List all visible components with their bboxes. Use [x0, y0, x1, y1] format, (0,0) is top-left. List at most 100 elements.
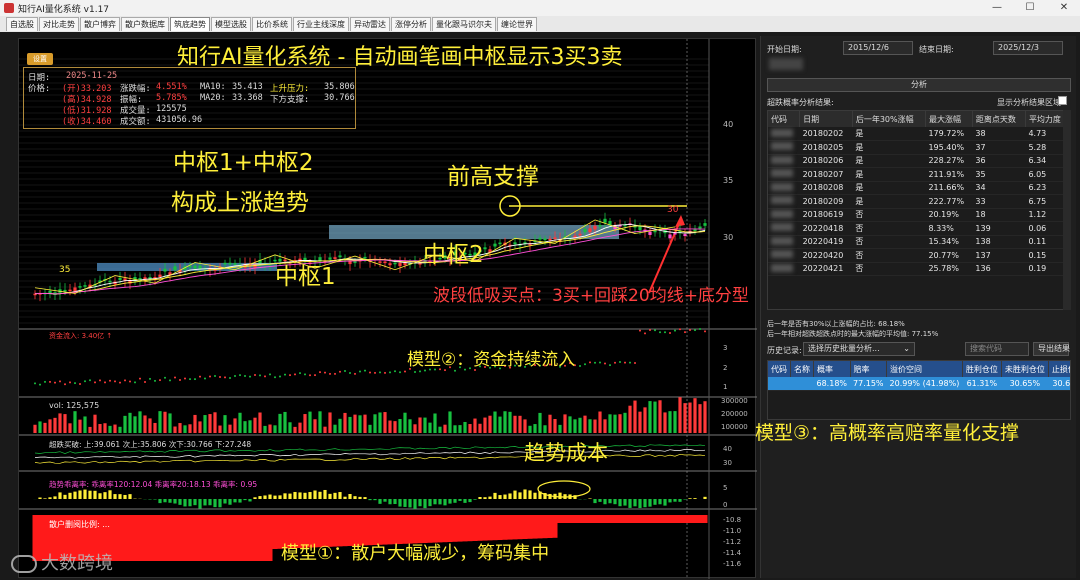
tab-1[interactable]: 对比走势 [39, 17, 79, 31]
tab-11[interactable]: 缠论世界 [497, 17, 537, 31]
hist-col-header[interactable]: 止损位 [1048, 361, 1070, 377]
tab-0[interactable]: 自选股 [6, 17, 38, 31]
ratio-bar [398, 499, 402, 507]
hist-col-header[interactable]: 名称 [790, 361, 814, 377]
retail-bar [582, 515, 588, 523]
tab-6[interactable]: 比价系统 [252, 17, 292, 31]
ratio-bar [293, 491, 297, 499]
table-row[interactable]: 20220421 否 25.78% 136 0.19 [768, 262, 1070, 276]
stock-code-field[interactable] [769, 58, 803, 70]
result-col-header[interactable]: 最大涨幅 [925, 111, 973, 127]
volume-bar [558, 424, 562, 433]
table-row[interactable]: 20180205 是 195.40% 37 5.28 [768, 140, 1070, 155]
volume-bar [548, 414, 552, 433]
minimize-icon[interactable]: — [985, 0, 1009, 16]
tab-8[interactable]: 异动雷达 [350, 17, 390, 31]
candle-body [233, 263, 237, 265]
tab-4[interactable]: 筑底趋势 [170, 17, 210, 31]
table-row[interactable]: 20180207 是 211.91% 35 6.05 [768, 167, 1070, 182]
retail-bar [697, 515, 703, 523]
ratio-bar [168, 499, 172, 503]
history-select[interactable]: 选择历史批量分析... ⌄ [803, 342, 915, 356]
analyze-button[interactable]: 分析 [767, 78, 1071, 92]
table-row[interactable]: 20180208 是 211.66% 34 6.23 [768, 181, 1070, 195]
fund-flow-dot [319, 371, 321, 374]
export-button[interactable]: 导出结果 [1033, 342, 1070, 356]
candle-body [83, 285, 87, 287]
fund-flow-dot [594, 361, 596, 364]
candle-body [653, 230, 657, 233]
ratio-bar [188, 499, 192, 507]
hist-col-header[interactable]: 未胜利仓位 [1001, 361, 1049, 377]
tab-5[interactable]: 模型选股 [211, 17, 251, 31]
search-code-input[interactable]: 搜索代码 [965, 342, 1029, 356]
volume-bar [383, 412, 387, 433]
close-icon[interactable]: ✕ [1052, 0, 1076, 16]
candle-body [598, 224, 602, 227]
table-cell: 137 [972, 248, 1026, 263]
retail-bar [612, 515, 618, 523]
tab-3[interactable]: 散户数据库 [121, 17, 169, 31]
retail-bar [462, 515, 468, 542]
trend-axis-40: 40 [723, 445, 732, 453]
table-row[interactable]: 20220420 否 20.77% 137 0.15 [768, 248, 1070, 263]
tab-7[interactable]: 行业主线深度 [293, 17, 349, 31]
tab-2[interactable]: 散户博弈 [80, 17, 120, 31]
hist-cell: 61.31% [962, 377, 1002, 391]
support-value: 30.766 [324, 93, 355, 103]
result-col-header[interactable]: 代码 [768, 111, 801, 127]
retail-axis-5: -11.6 [723, 560, 742, 568]
ratio-bar [478, 496, 482, 499]
ratio-bar [363, 497, 367, 499]
result-table[interactable]: 代码 日期 后一年30%涨幅 最大涨幅 距离点天数 平均力度 20180202 是 179.72… [767, 110, 1071, 310]
table-row[interactable]: 20180202 是 179.72% 38 4.73 [768, 127, 1070, 141]
hist-row[interactable]: 68.18% 77.15% 20.99% (41.98%) 61.31% 30.65% 3… [768, 377, 1070, 391]
volume-bar [243, 421, 247, 433]
hist-col-header[interactable]: 赔率 [850, 361, 888, 377]
ratio-bar [498, 495, 502, 499]
table-cell: 20180205 [799, 140, 853, 155]
title-bar: 知行AI量化系统 v1.17 — ☐ ✕ [0, 0, 1080, 16]
result-scrollbar[interactable] [1063, 110, 1071, 310]
candle-body [193, 265, 197, 269]
volume-bar [413, 424, 417, 433]
retail-bar [197, 515, 203, 561]
table-cell: 138 [972, 235, 1026, 249]
result-col-header[interactable]: 距离点天数 [972, 111, 1026, 127]
hist-col-header[interactable]: 代码 [768, 361, 791, 377]
show-zone-checkbox[interactable] [1058, 96, 1067, 105]
result-col-header[interactable]: 日期 [799, 111, 853, 127]
table-row[interactable]: 20180209 是 222.77% 33 6.75 [768, 194, 1070, 209]
ratio-bar [63, 494, 67, 499]
maximize-icon[interactable]: ☐ [1018, 0, 1042, 16]
history-table[interactable]: 代码名称概率赔率溢价空间胜利仓位未胜利仓位止损位68.18%77.15%20.9… [767, 360, 1071, 420]
volume-bar [443, 424, 447, 433]
tab-10[interactable]: 量化跟马识尔夫 [432, 17, 496, 31]
fund-flow-dot [454, 369, 456, 372]
retail-bar [182, 515, 188, 561]
table-row[interactable]: 20220418 否 8.33% 139 0.06 [768, 221, 1070, 236]
table-row[interactable]: 20180206 是 228.27% 36 6.34 [768, 154, 1070, 168]
volume-bar [348, 416, 352, 433]
settings-button[interactable]: 设置 [27, 53, 53, 65]
table-cell [768, 154, 800, 168]
ratio-bar [503, 494, 507, 499]
table-cell: 211.91% [925, 167, 973, 182]
hist-col-header[interactable]: 溢价空间 [886, 361, 963, 377]
hist-col-header[interactable]: 胜利仓位 [962, 361, 1002, 377]
table-row[interactable]: 20220419 否 15.34% 138 0.11 [768, 235, 1070, 249]
table-cell: 20220420 [799, 248, 853, 263]
ratio-bar [638, 499, 642, 509]
result-col-header[interactable]: 后一年30%涨幅 [852, 111, 926, 127]
table-row[interactable]: 20180619 否 20.19% 18 1.12 [768, 208, 1070, 222]
stock-chart[interactable]: 设置 知行AI量化系统 - 自动画笔画中枢显示3买3卖 日期: 2025-11-… [11, 38, 757, 579]
fund-flow-dot [84, 380, 86, 383]
volume-bar [483, 417, 487, 433]
fund-flow-dot [99, 379, 101, 382]
tab-9[interactable]: 涨停分析 [391, 17, 431, 31]
retail-bar [702, 515, 708, 523]
start-date-input[interactable]: 2015/12/6 [843, 41, 913, 55]
hist-col-header[interactable]: 概率 [813, 361, 851, 377]
end-date-input[interactable]: 2025/12/3 [993, 41, 1063, 55]
retail-bar [252, 515, 258, 561]
